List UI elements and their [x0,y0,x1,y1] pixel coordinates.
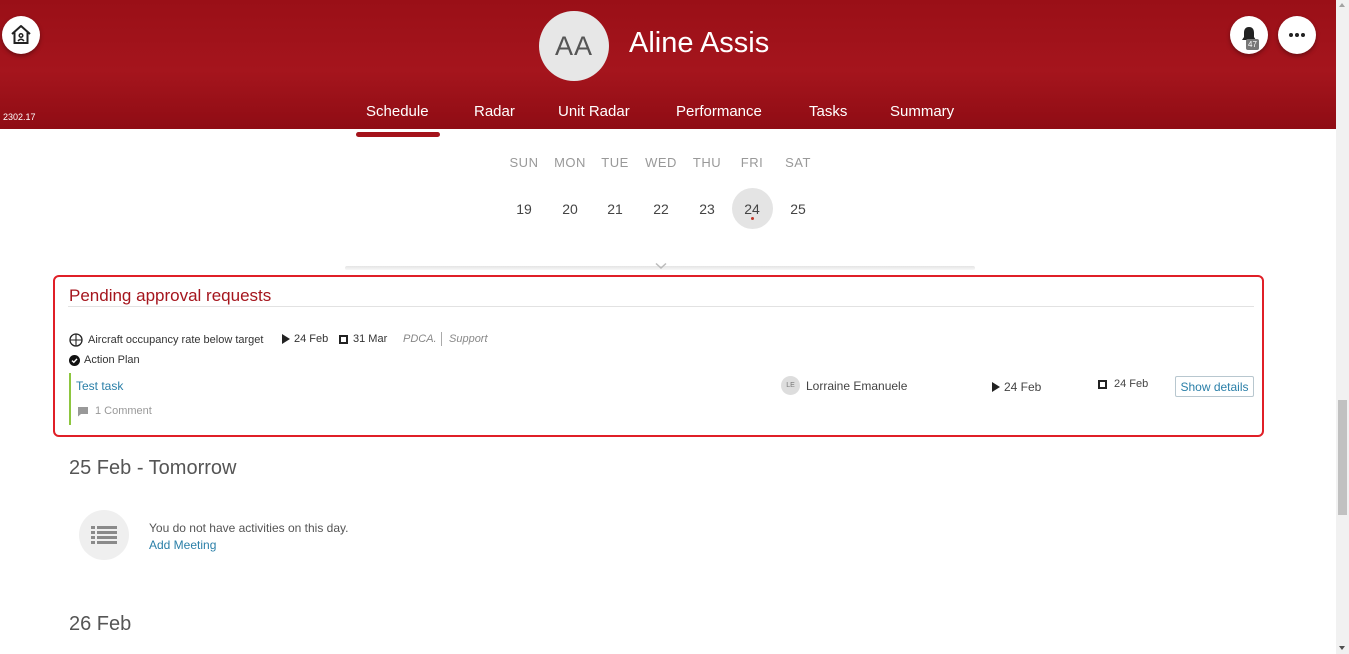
day-number[interactable]: 19 [504,201,544,217]
main-nav: Schedule Radar Unit Radar Performance Ta… [0,103,1336,129]
task-status-bar [69,373,71,425]
day-number[interactable]: 25 [778,201,818,217]
tab-schedule[interactable]: Schedule [366,103,429,120]
task-comments[interactable]: 1 Comment [77,405,152,417]
more-horizontal-icon [1289,33,1305,37]
scrollbar-thumb[interactable] [1338,400,1347,515]
plan-method: PDCA. [403,333,437,345]
plan-end-date-text: 31 Mar [353,333,388,345]
notification-count-badge: 47 [1246,39,1259,50]
day-number[interactable]: 21 [595,201,635,217]
weekday-label: SAT [785,155,811,170]
plan-end-date: 31 Mar [339,333,387,345]
tab-unit-radar[interactable]: Unit Radar [558,103,630,120]
indicator-meta: Aircraft occupancy rate below target [69,333,263,347]
weekday-label: TUE [601,155,629,170]
empty-day-message: You do not have activities on this day. [149,521,349,535]
comment-icon [78,406,88,416]
play-icon [992,382,1000,392]
list-icon [91,526,117,544]
day-section-title: 25 Feb - Tomorrow [69,457,237,479]
weekday-label: THU [692,155,722,170]
tab-summary[interactable]: Summary [890,103,954,120]
show-details-button[interactable]: Show details [1175,376,1254,397]
add-meeting-link[interactable]: Add Meeting [149,538,216,552]
task-end-date: 24 Feb [1098,378,1148,390]
home-icon [11,25,31,44]
user-avatar[interactable]: AA [539,11,609,81]
stop-icon [339,334,348,344]
vertical-scrollbar[interactable] [1336,0,1349,654]
plan-type: Action Plan [69,354,140,366]
plan-start-date-text: 24 Feb [294,333,329,345]
home-button[interactable] [2,16,40,54]
app-header: 2302.17 AA Aline Assis 47 Schedule Radar… [0,0,1336,129]
active-tab-indicator [356,132,440,137]
tab-tasks[interactable]: Tasks [809,103,847,120]
tab-radar[interactable]: Radar [474,103,515,120]
divider [441,332,442,346]
day-number-selected[interactable]: 24 [732,201,772,217]
assignee-avatar: LE [781,376,800,395]
weekday-label: FRI [740,155,764,170]
check-circle-icon [69,354,80,366]
event-dot-icon [751,217,754,220]
indicator-globe-icon [69,333,83,347]
task-name-link[interactable]: Test task [76,379,123,393]
pending-approval-title: Pending approval requests [69,286,272,305]
user-name: Aline Assis [629,27,770,59]
empty-list-icon-wrap [79,510,129,560]
day-number[interactable]: 20 [550,201,590,217]
divider [68,306,1254,307]
plan-start-date: 24 Feb [282,333,328,345]
day-section-title: 26 Feb [69,613,132,635]
tab-performance[interactable]: Performance [676,103,762,120]
day-number[interactable]: 22 [641,201,681,217]
chevron-down-icon[interactable] [655,262,667,270]
scroll-down-arrow-icon[interactable] [1339,646,1345,650]
plan-type-text: Action Plan [84,354,140,366]
scroll-up-arrow-icon[interactable] [1339,3,1345,7]
more-options-button[interactable] [1278,16,1316,54]
task-start-date: 24 Feb [992,380,1041,394]
schedule-page: 2302.17 AA Aline Assis 47 Schedule Radar… [0,0,1349,654]
weekday-label: WED [645,155,677,170]
day-number[interactable]: 23 [687,201,727,217]
weekday-label: SUN [509,155,539,170]
plan-area: Support [449,333,488,345]
assignee-name: Lorraine Emanuele [806,379,908,393]
comment-count: 1 Comment [95,405,152,417]
stop-icon [1098,379,1107,389]
indicator-name[interactable]: Aircraft occupancy rate below target [88,334,263,346]
weekday-label: MON [554,155,586,170]
task-start-date-text: 24 Feb [1004,380,1042,394]
task-end-date-text: 24 Feb [1114,378,1149,390]
play-icon [282,334,290,344]
